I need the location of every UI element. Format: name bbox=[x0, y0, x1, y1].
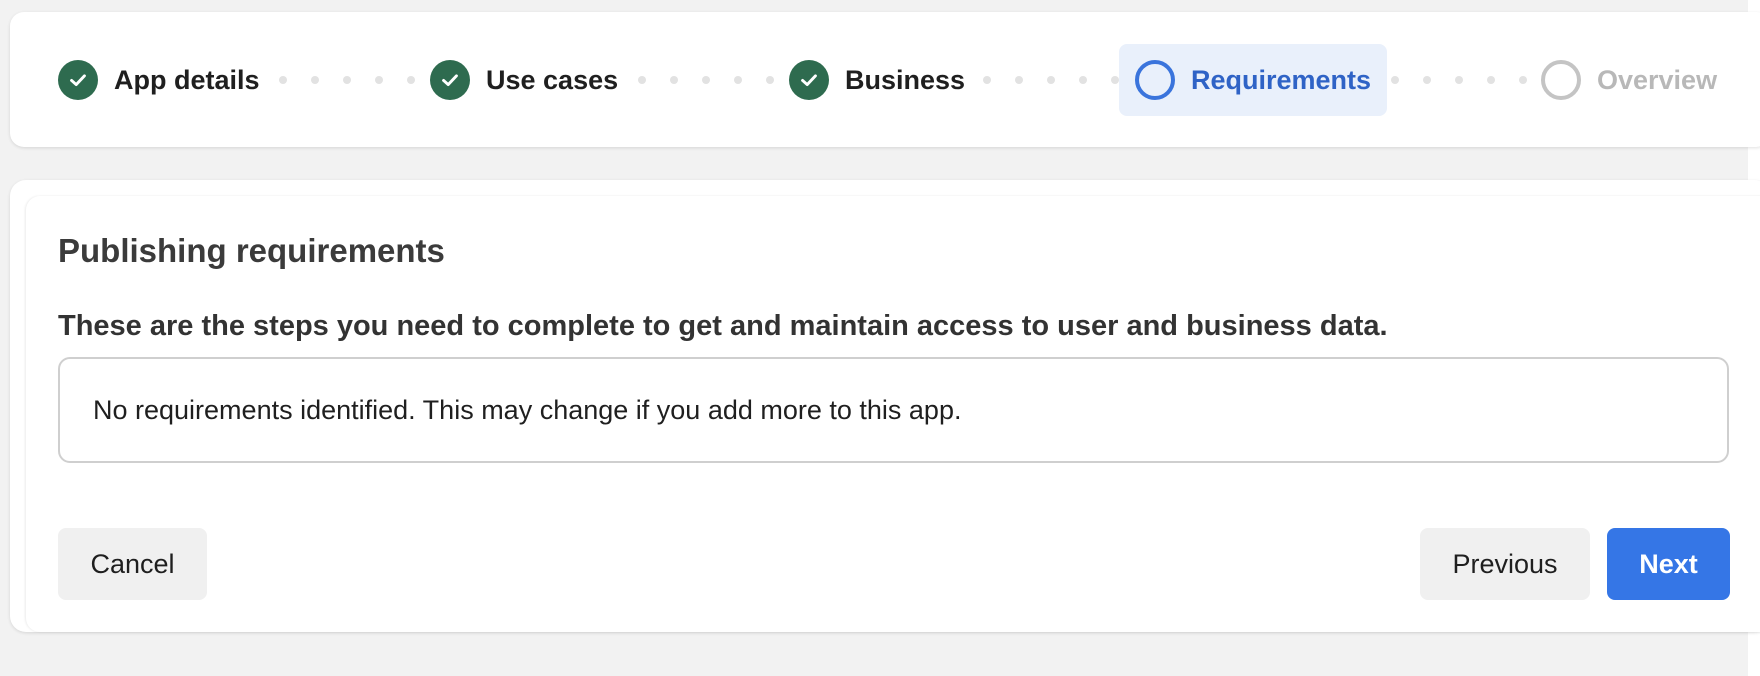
current-step-circle-icon bbox=[1135, 60, 1175, 100]
step-business[interactable]: Business bbox=[789, 44, 965, 116]
step-label: Use cases bbox=[486, 64, 619, 95]
notice-text: No requirements identified. This may cha… bbox=[93, 395, 962, 425]
check-circle-icon bbox=[58, 60, 98, 100]
step-app-details[interactable]: App details bbox=[58, 44, 260, 116]
step-connector-dots bbox=[1391, 76, 1527, 84]
step-requirements[interactable]: Requirements bbox=[1119, 44, 1388, 116]
step-label: Requirements bbox=[1191, 64, 1372, 95]
section-description: These are the steps you need to complete… bbox=[58, 310, 1388, 342]
step-connector-dots bbox=[983, 76, 1119, 84]
step-connector-dots bbox=[279, 76, 415, 84]
check-circle-icon bbox=[430, 60, 470, 100]
previous-button[interactable]: Previous bbox=[1420, 528, 1590, 600]
step-overview[interactable]: Overview bbox=[1541, 44, 1717, 116]
next-button[interactable]: Next bbox=[1607, 528, 1730, 600]
pending-step-circle-icon bbox=[1541, 60, 1581, 100]
step-label: Business bbox=[845, 64, 966, 95]
step-connector-dots bbox=[638, 76, 774, 84]
requirements-notice-box: No requirements identified. This may cha… bbox=[58, 357, 1729, 463]
page-title: Publishing requirements bbox=[58, 232, 445, 269]
step-label: Overview bbox=[1597, 64, 1718, 95]
check-circle-icon bbox=[789, 60, 829, 100]
step-label: App details bbox=[114, 64, 260, 95]
step-use-cases[interactable]: Use cases bbox=[430, 44, 618, 116]
cancel-button[interactable]: Cancel bbox=[58, 528, 207, 600]
